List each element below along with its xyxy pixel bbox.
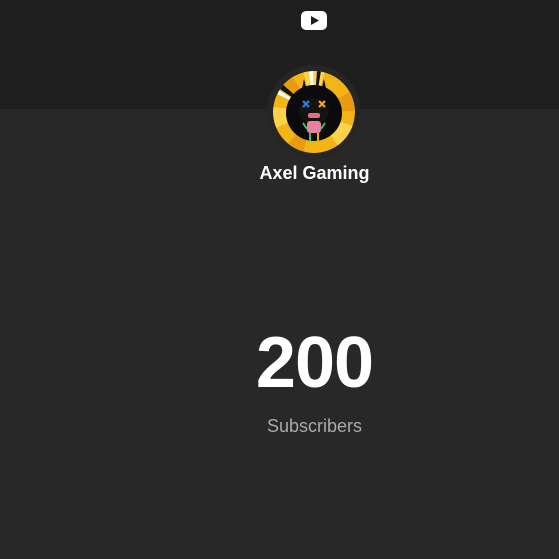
avatar-frame bbox=[267, 65, 361, 159]
subscriber-label: Subscribers bbox=[266, 416, 363, 436]
youtube-logo-icon bbox=[301, 11, 327, 30]
channel-avatar bbox=[273, 71, 355, 153]
subscriber-counter-page: Axel Gaming 200 Subscribers bbox=[0, 0, 559, 559]
subscriber-count: 200 bbox=[255, 323, 374, 403]
channel-name: Axel Gaming bbox=[259, 163, 370, 183]
